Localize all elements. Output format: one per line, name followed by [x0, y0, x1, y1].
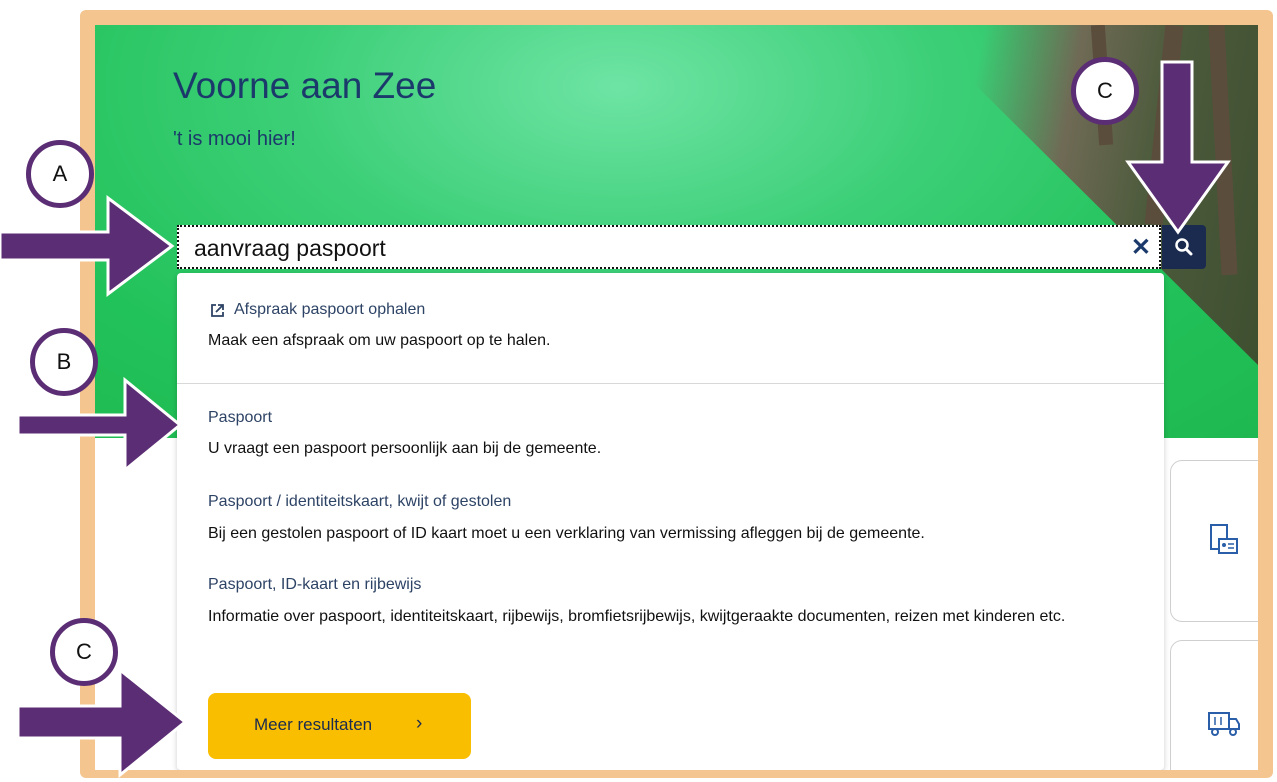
result-title[interactable]: Paspoort / identiteitskaart, kwijt of ge… — [208, 493, 511, 511]
featured-result-description: Maak een afspraak om uw paspoort op te h… — [208, 332, 551, 349]
featured-result-title[interactable]: Afspraak paspoort ophalen — [234, 301, 425, 319]
annotation-badge-a: A — [26, 140, 94, 208]
webpage: Voorne aan Zee 't is mooi hier! aanvraag… — [95, 25, 1258, 770]
more-results-button[interactable]: Meer resultaten › — [208, 693, 471, 759]
result-title[interactable]: Paspoort — [208, 409, 272, 427]
moving-truck-icon — [1208, 712, 1240, 736]
search-suggestions: Afspraak paspoort ophalen Maak een afspr… — [177, 273, 1164, 770]
annotation-badge-b: B — [30, 328, 98, 396]
search-input[interactable]: aanvraag paspoort ✕ — [177, 225, 1161, 269]
external-link-icon — [211, 304, 224, 317]
result-description: U vraagt een paspoort persoonlijk aan bi… — [208, 440, 602, 457]
result-description: Bij een gestolen paspoort of ID kaart mo… — [208, 525, 925, 542]
site-tagline: 't is mooi hier! — [173, 128, 296, 150]
more-results-label: Meer resultaten — [254, 715, 373, 734]
annotation-badge-c-bottom: C — [50, 618, 118, 686]
service-card[interactable] — [1170, 640, 1258, 770]
search-button[interactable] — [1162, 225, 1206, 269]
result-title[interactable]: Paspoort, ID-kaart en rijbewijs — [208, 576, 421, 594]
close-icon[interactable]: ✕ — [1131, 233, 1151, 262]
id-card-icon — [1210, 524, 1238, 554]
featured-result[interactable]: Afspraak paspoort ophalen Maak een afspr… — [177, 273, 1164, 384]
site-title[interactable]: Voorne aan Zee — [173, 65, 436, 107]
result-description: Informatie over paspoort, identiteitskaa… — [208, 608, 1066, 625]
search-icon — [1175, 238, 1193, 256]
search-query: aanvraag paspoort — [194, 235, 386, 261]
annotation-badge-c-top: C — [1071, 57, 1139, 125]
service-card[interactable] — [1170, 460, 1258, 622]
chevron-right-icon: › — [416, 713, 423, 734]
